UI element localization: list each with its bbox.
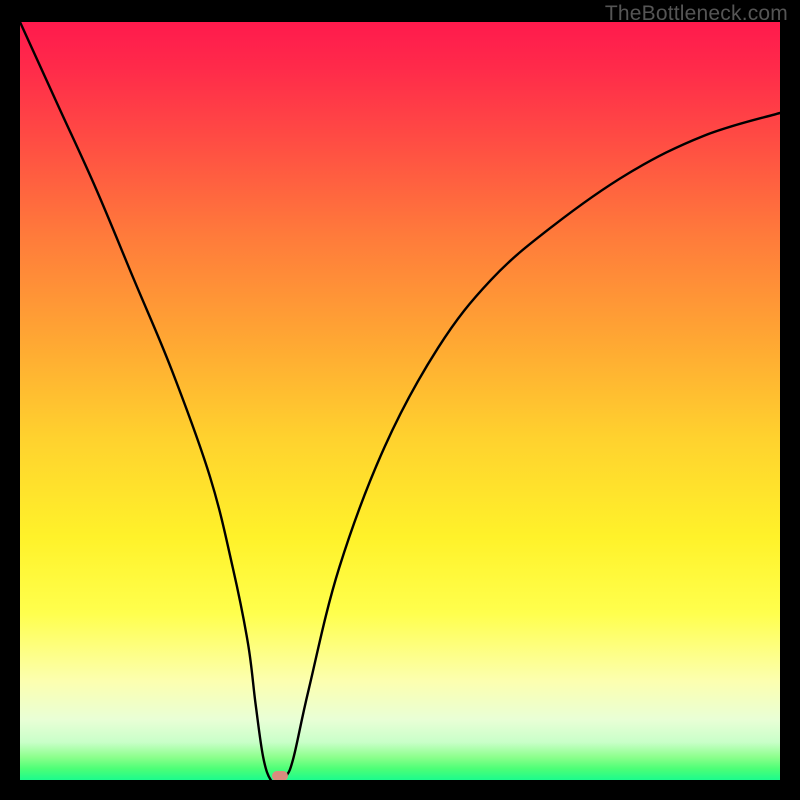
bottleneck-curve [20,22,780,780]
optimal-point-marker [272,771,288,780]
plot-area [20,22,780,780]
watermark-text: TheBottleneck.com [605,2,788,26]
